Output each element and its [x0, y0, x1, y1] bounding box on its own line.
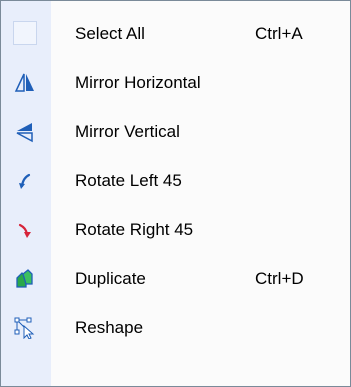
menu-item-mirror-horizontal[interactable]: Mirror Horizontal: [1, 58, 350, 107]
context-menu: Select All Ctrl+A Mirror Horizontal Mirr…: [0, 0, 351, 387]
menu-item-label: Reshape: [75, 318, 144, 337]
reshape-icon: [14, 317, 36, 339]
blank-icon: [13, 21, 37, 45]
rotate-right-icon: [14, 219, 36, 241]
menu-item-label: Rotate Left 45: [75, 171, 182, 190]
menu-item-label: Mirror Horizontal: [75, 73, 201, 92]
menu-item-rotate-right-45[interactable]: Rotate Right 45: [1, 205, 350, 254]
menu-item-rotate-left-45[interactable]: Rotate Left 45: [1, 156, 350, 205]
menu-item-shortcut: Ctrl+A: [255, 24, 303, 43]
menu-item-shortcut: Ctrl+D: [255, 269, 304, 288]
menu-item-label: Rotate Right 45: [75, 220, 194, 239]
menu-item-label: Select All: [75, 24, 145, 43]
menu-item-reshape[interactable]: Reshape: [1, 303, 350, 352]
menu-item-mirror-vertical[interactable]: Mirror Vertical: [1, 107, 350, 156]
menu-item-duplicate[interactable]: Duplicate Ctrl+D: [1, 254, 350, 303]
rotate-left-icon: [14, 170, 36, 192]
menu-item-label: Mirror Vertical: [75, 122, 180, 141]
menu-item-label: Duplicate: [75, 269, 146, 288]
mirror-horizontal-icon: [14, 72, 36, 94]
menu-item-select-all[interactable]: Select All Ctrl+A: [1, 9, 350, 58]
duplicate-icon: [14, 268, 36, 290]
mirror-vertical-icon: [14, 121, 36, 143]
